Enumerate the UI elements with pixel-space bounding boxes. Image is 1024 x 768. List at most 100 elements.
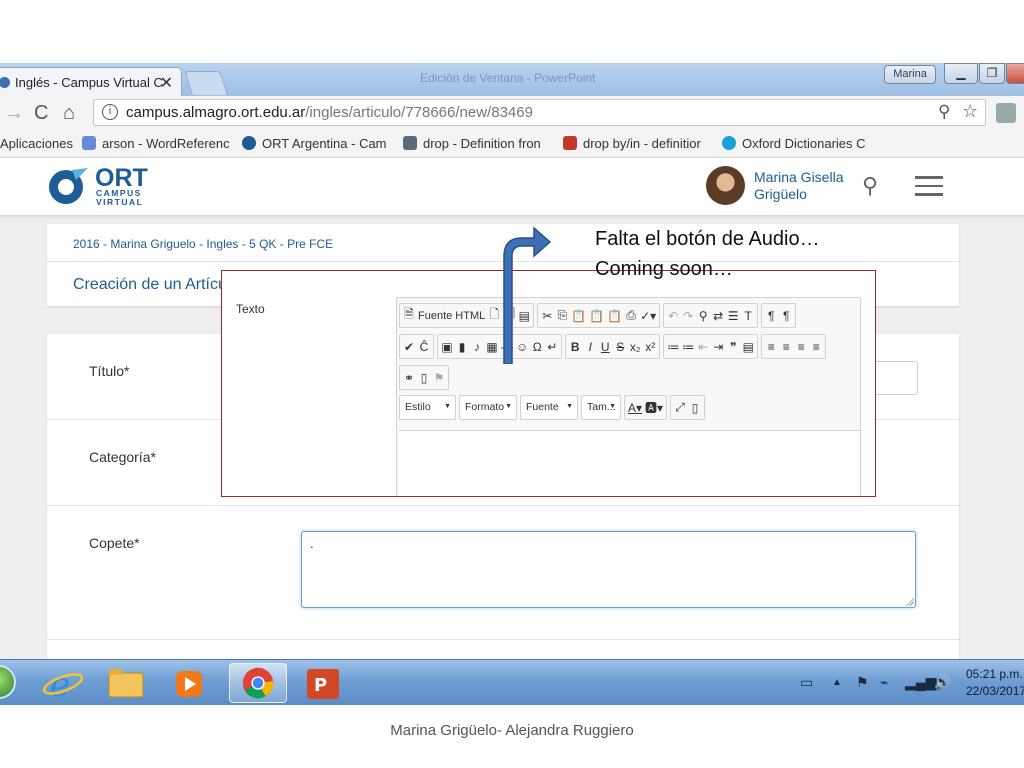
bookmark-drop-by[interactable]: drop by/in - definitior bbox=[563, 136, 711, 151]
tab-close-icon[interactable]: ✕ bbox=[160, 73, 173, 93]
select-all-icon[interactable]: ☰ bbox=[727, 309, 739, 323]
indent-icon[interactable]: ⇥ bbox=[712, 340, 724, 354]
ort-logo-icon[interactable] bbox=[46, 166, 90, 206]
rich-text-editor: 🗎 Fuente HTML 🗋 🗐 ▤ ✂ ⎘ 📋 📋 📋 ⎙ ✓▾ ↶ bbox=[396, 297, 861, 496]
file-explorer-icon[interactable] bbox=[97, 663, 155, 703]
campus-favicon-icon bbox=[0, 77, 10, 88]
bookmark-wordreference[interactable]: arson - WordReferenc bbox=[82, 136, 230, 151]
italic-icon[interactable]: I bbox=[584, 340, 596, 354]
resize-grip-icon[interactable] bbox=[906, 598, 914, 606]
profile-button[interactable]: Marina bbox=[884, 65, 936, 84]
zoom-icon[interactable]: ⚲ bbox=[938, 102, 950, 122]
undo-group: ↶ ↷ ⚲ ⇄ ☰ T bbox=[663, 303, 759, 328]
copete-textarea[interactable]: . bbox=[301, 531, 916, 608]
reload-icon[interactable]: C bbox=[34, 102, 48, 125]
extension-icon[interactable] bbox=[996, 103, 1016, 123]
find-icon[interactable]: ⚲ bbox=[697, 309, 709, 323]
show-blocks-icon[interactable]: ▯ bbox=[689, 401, 701, 415]
undo-icon[interactable]: ↶ bbox=[667, 309, 679, 323]
maximize-icon[interactable]: ❐ bbox=[979, 63, 1005, 84]
formato-select[interactable]: Formato ▼ bbox=[459, 395, 517, 420]
paste-text-icon[interactable]: 📋 bbox=[589, 309, 604, 323]
strike-icon[interactable]: S bbox=[614, 340, 626, 354]
network-icon[interactable]: ▂▄▆ bbox=[905, 674, 936, 691]
superscript-icon[interactable]: x² bbox=[644, 340, 656, 354]
maximize-editor-icon[interactable]: ⤢ bbox=[674, 400, 686, 415]
minimize-icon[interactable]: ▁ bbox=[944, 63, 978, 84]
remove-format-icon[interactable]: T bbox=[742, 309, 754, 323]
show-hidden-icons[interactable]: ▲ bbox=[832, 677, 842, 688]
windows-taskbar: e P ▭ ▲ ⚑ ⌁ ▂▄▆ 🔊 05:21 p.m. 22/03/2017 bbox=[0, 659, 1024, 705]
bookmark-apps[interactable]: Aplicaciones bbox=[0, 136, 76, 151]
browser-tab[interactable]: Inglés - Campus Virtual C ✕ bbox=[0, 67, 182, 96]
start-button-icon[interactable] bbox=[0, 665, 16, 699]
tamano-select[interactable]: Tam... ▼ bbox=[581, 395, 621, 420]
oxford-icon bbox=[722, 136, 736, 150]
ltr-icon[interactable]: ¶ bbox=[765, 309, 777, 323]
blockquote-icon[interactable]: ❞ bbox=[727, 340, 739, 354]
align-center-icon[interactable]: ≡ bbox=[780, 340, 792, 354]
link-icon[interactable]: ⚭ bbox=[403, 371, 415, 385]
outdent-icon[interactable]: ⇤ bbox=[697, 340, 709, 354]
paste-word-icon[interactable]: 📋 bbox=[607, 309, 622, 323]
paste-icon[interactable]: 📋 bbox=[571, 309, 586, 323]
anchor-flag-icon[interactable]: ⚑ bbox=[433, 371, 445, 385]
powerpoint-icon[interactable]: P bbox=[295, 663, 353, 703]
media-icon[interactable]: ♪ bbox=[471, 340, 483, 354]
browser-tab-strip: Inglés - Campus Virtual C ✕ Edición de V… bbox=[0, 63, 1024, 96]
rtl-icon[interactable]: ¶ bbox=[780, 309, 792, 323]
spellcheck-icon[interactable]: ✓▾ bbox=[640, 309, 656, 323]
fuente-select[interactable]: Fuente ▼ bbox=[520, 395, 578, 420]
bookmark-oxford[interactable]: Oxford Dictionaries C bbox=[722, 136, 872, 151]
breadcrumb[interactable]: 2016 - Marina Griguelo - Ingles - 5 QK -… bbox=[73, 237, 333, 251]
power-icon[interactable]: ⌁ bbox=[880, 674, 888, 691]
anchor-icon[interactable]: Ĉ bbox=[418, 340, 430, 354]
close-window-icon[interactable] bbox=[1006, 63, 1024, 84]
align-left-icon[interactable]: ≡ bbox=[765, 340, 777, 354]
bg-color-icon[interactable]: 🅰▾ bbox=[645, 399, 663, 416]
text-color-icon[interactable]: A▾ bbox=[628, 401, 642, 415]
underline-icon[interactable]: U bbox=[599, 340, 611, 354]
source-icon[interactable]: 🗎 bbox=[403, 305, 415, 326]
editor-content-area[interactable] bbox=[399, 430, 859, 496]
bulleted-list-icon[interactable]: ≔ bbox=[682, 340, 694, 354]
unlink-icon[interactable]: ▯ bbox=[418, 371, 430, 385]
action-center-icon[interactable]: ⚑ bbox=[856, 674, 869, 691]
address-bar[interactable]: i campus.almagro.ort.edu.ar/ingles/artic… bbox=[93, 99, 986, 126]
user-name[interactable]: Marina Gisella Grigüelo bbox=[754, 169, 854, 203]
align-right-icon[interactable]: ≡ bbox=[795, 340, 807, 354]
bookmark-star-icon[interactable]: ☆ bbox=[962, 101, 978, 122]
numbered-list-icon[interactable]: ≔ bbox=[667, 340, 679, 354]
system-clock[interactable]: 05:21 p.m. 22/03/2017 bbox=[966, 666, 1024, 700]
new-tab-button[interactable] bbox=[184, 71, 228, 95]
bookmark-drop[interactable]: drop - Definition fron bbox=[403, 136, 551, 151]
subscript-icon[interactable]: x₂ bbox=[629, 340, 641, 354]
image-icon[interactable]: ▣ bbox=[441, 340, 453, 354]
internet-explorer-icon[interactable]: e bbox=[34, 663, 92, 703]
bookmark-ort[interactable]: ORT Argentina - Cam bbox=[242, 136, 388, 151]
copy-icon[interactable]: ⎘ bbox=[556, 308, 568, 323]
flash-icon[interactable]: ▮ bbox=[456, 340, 468, 354]
justify-icon[interactable]: ≡ bbox=[810, 340, 822, 354]
editor-toolbar-row-1: 🗎 Fuente HTML 🗋 🗐 ▤ ✂ ⎘ 📋 📋 📋 ⎙ ✓▾ ↶ bbox=[399, 303, 797, 328]
replace-icon[interactable]: ⇄ bbox=[712, 309, 724, 323]
link-group: ⚭ ▯ ⚑ bbox=[399, 365, 449, 390]
info-icon[interactable]: i bbox=[102, 104, 118, 120]
checkbox-icon[interactable]: ✔ bbox=[403, 340, 415, 354]
redo-icon[interactable]: ↷ bbox=[682, 309, 694, 323]
source-button[interactable]: Fuente HTML bbox=[418, 310, 485, 322]
media-player-icon[interactable] bbox=[160, 663, 218, 703]
print-icon[interactable]: ⎙ bbox=[625, 308, 637, 323]
estilo-select[interactable]: Estilo ▼ bbox=[399, 395, 456, 420]
bold-icon[interactable]: B bbox=[569, 340, 581, 354]
volume-icon[interactable]: 🔊 bbox=[934, 674, 951, 691]
avatar[interactable] bbox=[706, 166, 745, 205]
search-icon[interactable]: ⚲ bbox=[862, 173, 878, 199]
forward-icon[interactable]: → bbox=[4, 102, 24, 125]
chrome-icon[interactable] bbox=[229, 663, 287, 703]
url-text: campus.almagro.ort.edu.ar/ingles/articul… bbox=[126, 104, 533, 121]
home-icon[interactable]: ⌂ bbox=[63, 102, 75, 125]
div-icon[interactable]: ▤ bbox=[742, 340, 754, 354]
keyboard-icon[interactable]: ▭ bbox=[800, 674, 813, 691]
hamburger-menu-icon[interactable] bbox=[915, 176, 943, 196]
